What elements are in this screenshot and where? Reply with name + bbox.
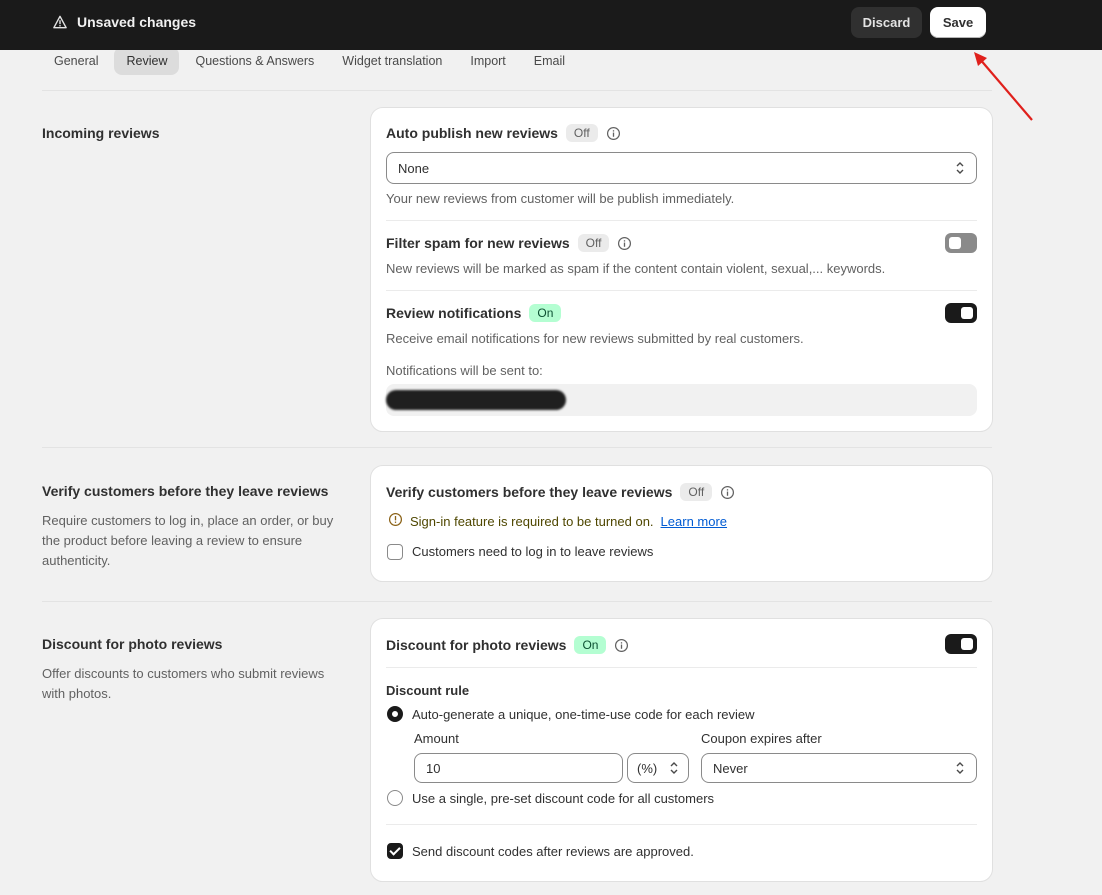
expires-label: Coupon expires after (701, 731, 822, 746)
amount-input[interactable]: 10 (414, 753, 623, 783)
auto-publish-status-badge: Off (565, 124, 598, 142)
login-required-label: Customers need to log in to leave review… (412, 544, 654, 559)
learn-more-link[interactable]: Learn more (661, 514, 727, 529)
filter-spam-row: Filter spam for new reviews Off (386, 234, 632, 252)
filter-spam-description: New reviews will be marked as spam if th… (386, 261, 886, 276)
section-divider (42, 447, 992, 448)
single-code-label: Use a single, pre-set discount code for … (412, 791, 715, 806)
tabs-divider (42, 90, 992, 91)
verify-heading: Verify customers before they leave revie… (42, 483, 329, 499)
settings-tabs: General Review Questions & Answers Widge… (42, 47, 577, 75)
annotation-arrow-icon (974, 52, 1033, 121)
amount-unit-value: (%) (637, 760, 658, 776)
discount-status-badge: On (574, 636, 607, 654)
send-codes-checkbox[interactable] (387, 843, 403, 859)
tab-email[interactable]: Email (522, 47, 577, 75)
filter-spam-status-badge: Off (577, 234, 610, 252)
warning-triangle-icon (53, 15, 67, 29)
tab-import[interactable]: Import (458, 47, 517, 75)
notifications-sent-to-label: Notifications will be sent to: (386, 363, 543, 378)
info-icon[interactable] (606, 126, 621, 141)
notification-email-field[interactable] (386, 384, 977, 416)
discount-section-header: Discount for photo reviews Offer discoun… (42, 636, 342, 704)
notifications-description: Receive email notifications for new revi… (386, 331, 804, 346)
verify-title-row: Verify customers before they leave revie… (386, 483, 735, 501)
discount-rule-label: Discount rule (386, 683, 470, 698)
select-chevron-icon (668, 761, 680, 778)
discard-button[interactable]: Discard (851, 7, 922, 38)
notifications-title: Review notifications (386, 305, 522, 321)
auto-publish-title: Auto publish new reviews (386, 125, 558, 141)
expires-value: Never (713, 760, 748, 776)
select-chevron-icon (954, 761, 966, 778)
notifications-toggle[interactable] (945, 303, 977, 323)
card-divider (386, 667, 977, 668)
amount-label: Amount (414, 731, 459, 746)
select-chevron-icon (954, 161, 966, 178)
unsaved-changes-title-wrap: Unsaved changes (53, 0, 196, 44)
auto-publish-select-value: None (398, 160, 430, 176)
verify-status-badge: Off (680, 483, 713, 501)
auto-publish-row: Auto publish new reviews Off (386, 124, 621, 142)
verify-description: Require customers to log in, place an or… (42, 513, 334, 568)
discount-toggle[interactable] (945, 634, 977, 654)
card-divider (386, 824, 977, 825)
info-icon[interactable] (720, 485, 735, 500)
redacted-email (386, 390, 566, 410)
incoming-reviews-card: Auto publish new reviews Off None Your n… (371, 108, 992, 431)
auto-publish-description: Your new reviews from customer will be p… (386, 191, 735, 206)
warning-circle-icon (388, 512, 403, 530)
sign-in-warning-text: Sign-in feature is required to be turned… (410, 513, 654, 529)
verify-section-header: Verify customers before they leave revie… (42, 483, 342, 571)
tab-widget-translation[interactable]: Widget translation (330, 47, 454, 75)
auto-generate-label: Auto-generate a unique, one-time-use cod… (412, 707, 755, 722)
incoming-reviews-heading: Incoming reviews (42, 125, 160, 141)
unsaved-changes-title: Unsaved changes (77, 14, 197, 30)
tab-review[interactable]: Review (114, 47, 180, 75)
verify-card: Verify customers before they leave revie… (371, 466, 992, 581)
single-code-radio[interactable] (387, 790, 403, 806)
expires-select[interactable]: Never (701, 753, 977, 783)
discount-description: Offer discounts to customers who submit … (42, 666, 325, 701)
auto-generate-radio[interactable] (387, 706, 403, 722)
filter-spam-title: Filter spam for new reviews (386, 235, 570, 251)
verify-card-title: Verify customers before they leave revie… (386, 484, 673, 500)
tab-general[interactable]: General (42, 47, 110, 75)
sign-in-warning: Sign-in feature is required to be turned… (388, 512, 727, 530)
contextual-save-bar: Unsaved changes Discard Save (0, 0, 1102, 50)
notifications-row: Review notifications On (386, 304, 562, 322)
tab-questions-answers[interactable]: Questions & Answers (183, 47, 326, 75)
section-divider (42, 601, 992, 602)
discount-card: Discount for photo reviews On Discount r… (371, 619, 992, 881)
amount-value: 10 (426, 760, 441, 776)
incoming-reviews-section-header: Incoming reviews (42, 125, 342, 141)
notifications-status-badge: On (529, 304, 562, 322)
discount-card-title: Discount for photo reviews (386, 637, 567, 653)
save-button[interactable]: Save (930, 7, 986, 38)
info-icon[interactable] (614, 638, 629, 653)
filter-spam-toggle[interactable] (945, 233, 977, 253)
discount-title-row: Discount for photo reviews On (386, 636, 629, 654)
card-divider (386, 290, 977, 291)
card-divider (386, 220, 977, 221)
auto-publish-select[interactable]: None (386, 152, 977, 184)
send-codes-label: Send discount codes after reviews are ap… (412, 844, 694, 859)
login-required-checkbox[interactable] (387, 544, 403, 560)
amount-unit-select[interactable]: (%) (627, 753, 689, 783)
discount-heading: Discount for photo reviews (42, 636, 223, 652)
info-icon[interactable] (617, 236, 632, 251)
